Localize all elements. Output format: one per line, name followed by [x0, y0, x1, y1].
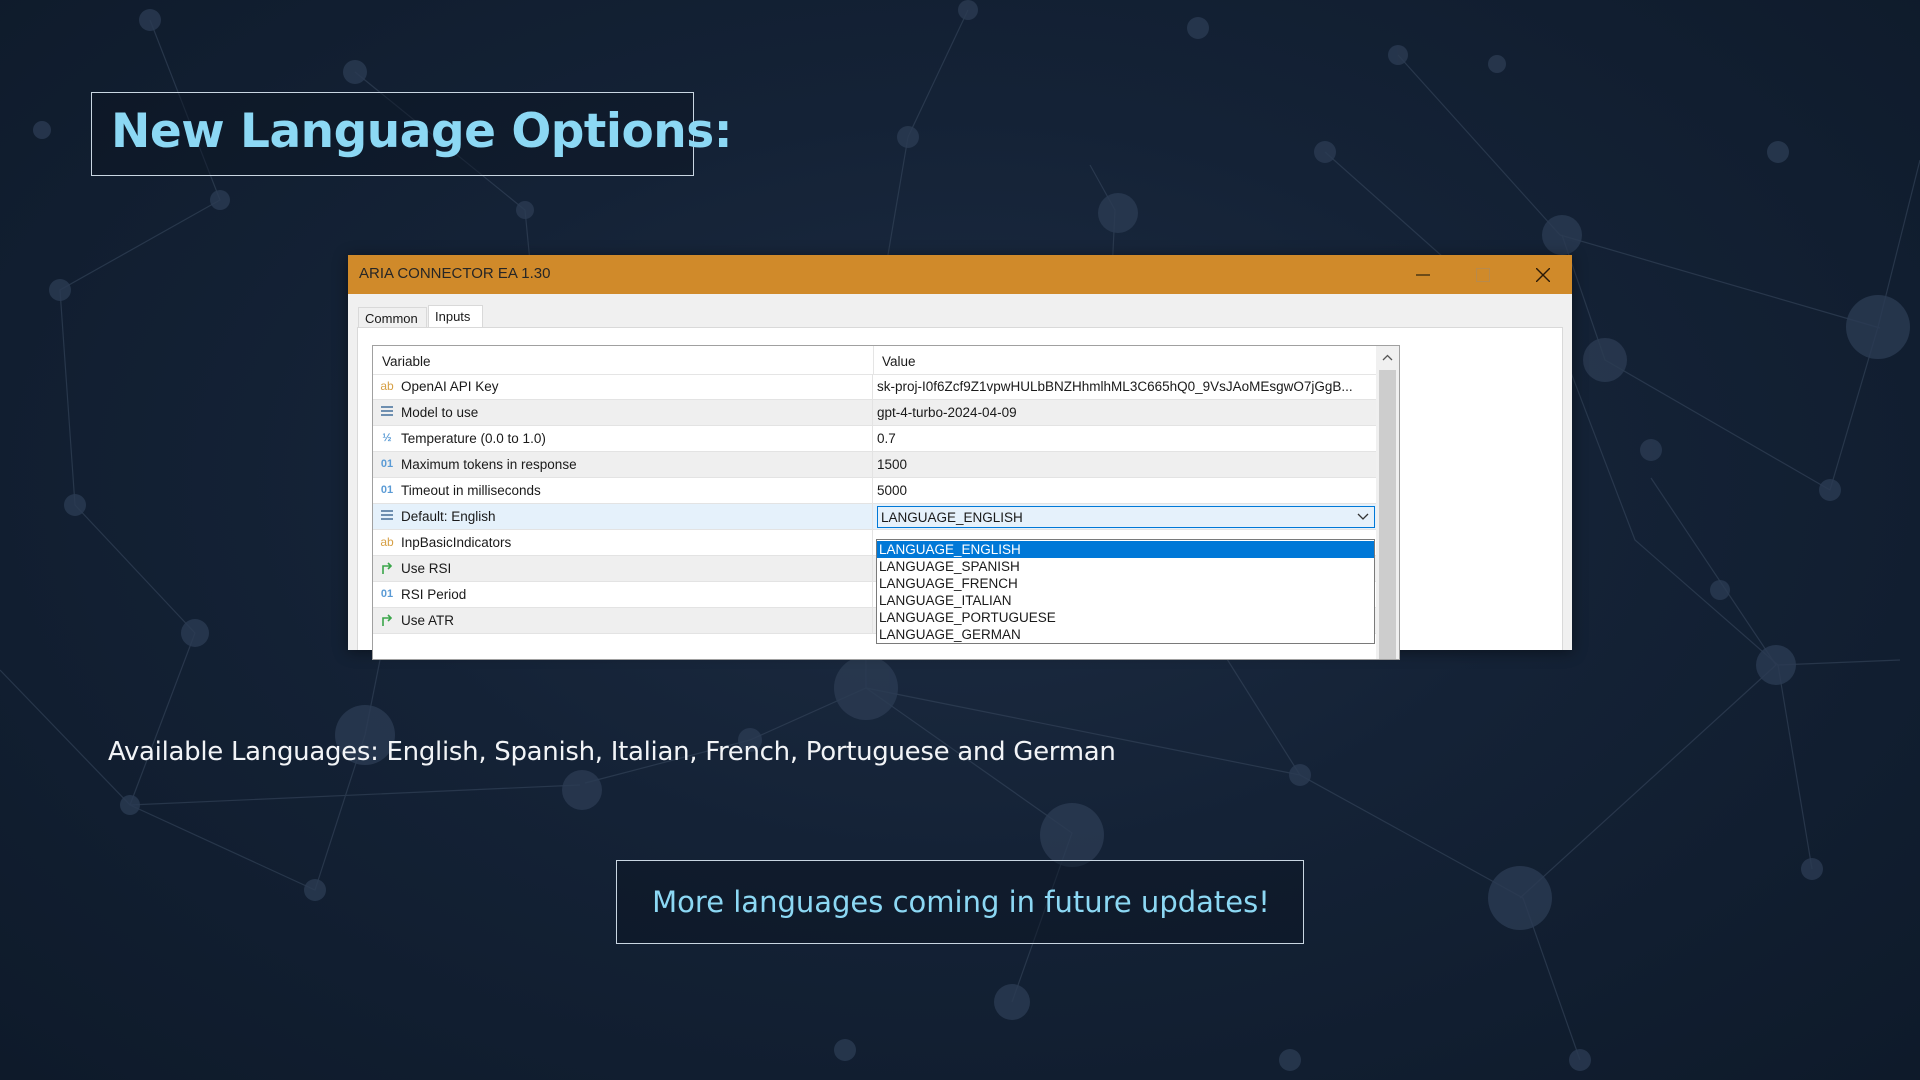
integer-type-icon: 01: [380, 484, 394, 496]
maximize-icon: [1476, 268, 1490, 282]
value-cell[interactable]: 0.7: [877, 431, 1372, 446]
dropdown-option-spanish[interactable]: LANGUAGE_SPANISH: [877, 558, 1374, 575]
callout-text: More languages coming in future updates!: [652, 885, 1270, 919]
table-row[interactable]: ½ Temperature (0.0 to 1.0) 0.7: [373, 426, 1376, 452]
close-icon: [1536, 268, 1550, 282]
enum-type-icon: [379, 405, 395, 419]
table-header: Variable Value: [373, 346, 1376, 375]
variable-name: InpBasicIndicators: [401, 535, 512, 550]
column-header-value[interactable]: Value: [882, 354, 916, 369]
combobox-value: LANGUAGE_ENGLISH: [881, 510, 1023, 525]
vertical-scrollbar[interactable]: [1376, 346, 1399, 659]
variable-name: Timeout in milliseconds: [401, 483, 541, 498]
window-titlebar[interactable]: ARIA CONNECTOR EA 1.30: [348, 255, 1572, 294]
language-combobox[interactable]: LANGUAGE_ENGLISH: [877, 506, 1375, 528]
dropdown-option-french[interactable]: LANGUAGE_FRENCH: [877, 575, 1374, 592]
variable-cell: Use RSI: [373, 556, 873, 581]
chevron-down-icon[interactable]: [1357, 512, 1369, 522]
integer-type-icon: 01: [380, 588, 394, 600]
close-button[interactable]: [1514, 255, 1572, 294]
variable-name: Use RSI: [401, 561, 452, 576]
value-cell[interactable]: 1500: [877, 457, 1372, 472]
variable-cell: Model to use: [373, 400, 873, 425]
table-row-selected[interactable]: Default: English LANGUAGE_ENGLISH: [373, 504, 1376, 530]
minimize-icon: [1416, 274, 1430, 276]
variable-name: Use ATR: [401, 613, 455, 628]
variable-name: OpenAI API Key: [401, 379, 499, 394]
table-row[interactable]: Model to use gpt-4-turbo-2024-04-09: [373, 400, 1376, 426]
variable-name: Default: English: [401, 509, 496, 524]
callout-box: More languages coming in future updates!: [616, 860, 1304, 944]
maximize-button[interactable]: [1454, 255, 1512, 294]
variable-cell: ab OpenAI API Key: [373, 374, 873, 399]
variable-name: Maximum tokens in response: [401, 457, 577, 472]
text-type-icon: ab: [380, 379, 394, 393]
scroll-up-icon[interactable]: [1382, 354, 1393, 362]
tab-inputs[interactable]: Inputs: [428, 305, 483, 328]
boolean-type-icon: [379, 561, 395, 575]
value-cell[interactable]: gpt-4-turbo-2024-04-09: [877, 405, 1372, 420]
slide-heading: New Language Options:: [111, 104, 733, 159]
variable-cell: Use ATR: [373, 608, 873, 633]
variable-cell: ½ Temperature (0.0 to 1.0): [373, 426, 873, 451]
variable-name: Model to use: [401, 405, 479, 420]
dropdown-option-german[interactable]: LANGUAGE_GERMAN: [877, 626, 1374, 643]
variable-cell: ab InpBasicIndicators: [373, 530, 873, 555]
value-cell[interactable]: 5000: [877, 483, 1372, 498]
variable-name: RSI Period: [401, 587, 467, 602]
dropdown-option-english[interactable]: LANGUAGE_ENGLISH: [877, 541, 1374, 558]
enum-type-icon: [379, 509, 395, 523]
table-row[interactable]: 01 Maximum tokens in response 1500: [373, 452, 1376, 478]
window-title: ARIA CONNECTOR EA 1.30: [359, 265, 551, 282]
scrollbar-thumb[interactable]: [1379, 370, 1396, 659]
fraction-type-icon: ½: [382, 432, 392, 444]
integer-type-icon: 01: [380, 458, 394, 470]
table-row[interactable]: ab OpenAI API Key sk-proj-I0f6Zcf9Z1vpwH…: [373, 374, 1376, 400]
value-cell[interactable]: sk-proj-I0f6Zcf9Z1vpwHULbBNZHhmlhML3C665…: [877, 379, 1372, 394]
language-dropdown-list: LANGUAGE_ENGLISH LANGUAGE_SPANISH LANGUA…: [876, 539, 1375, 644]
column-header-variable[interactable]: Variable: [382, 354, 431, 369]
table-row[interactable]: 01 Timeout in milliseconds 5000: [373, 478, 1376, 504]
tab-common[interactable]: Common: [358, 307, 427, 327]
variable-cell: 01 Timeout in milliseconds: [373, 478, 873, 503]
column-divider[interactable]: [873, 346, 874, 374]
variable-cell: Default: English: [373, 504, 873, 529]
boolean-type-icon: [379, 613, 395, 627]
available-languages-caption: Available Languages: English, Spanish, I…: [108, 737, 1116, 767]
minimize-button[interactable]: [1394, 255, 1452, 294]
dropdown-option-portuguese[interactable]: LANGUAGE_PORTUGUESE: [877, 609, 1374, 626]
variable-cell: 01 RSI Period: [373, 582, 873, 607]
text-type-icon: ab: [380, 535, 394, 549]
dropdown-option-italian[interactable]: LANGUAGE_ITALIAN: [877, 592, 1374, 609]
variable-name: Temperature (0.0 to 1.0): [401, 431, 546, 446]
slide-heading-box: New Language Options:: [91, 92, 733, 176]
variable-cell: 01 Maximum tokens in response: [373, 452, 873, 477]
